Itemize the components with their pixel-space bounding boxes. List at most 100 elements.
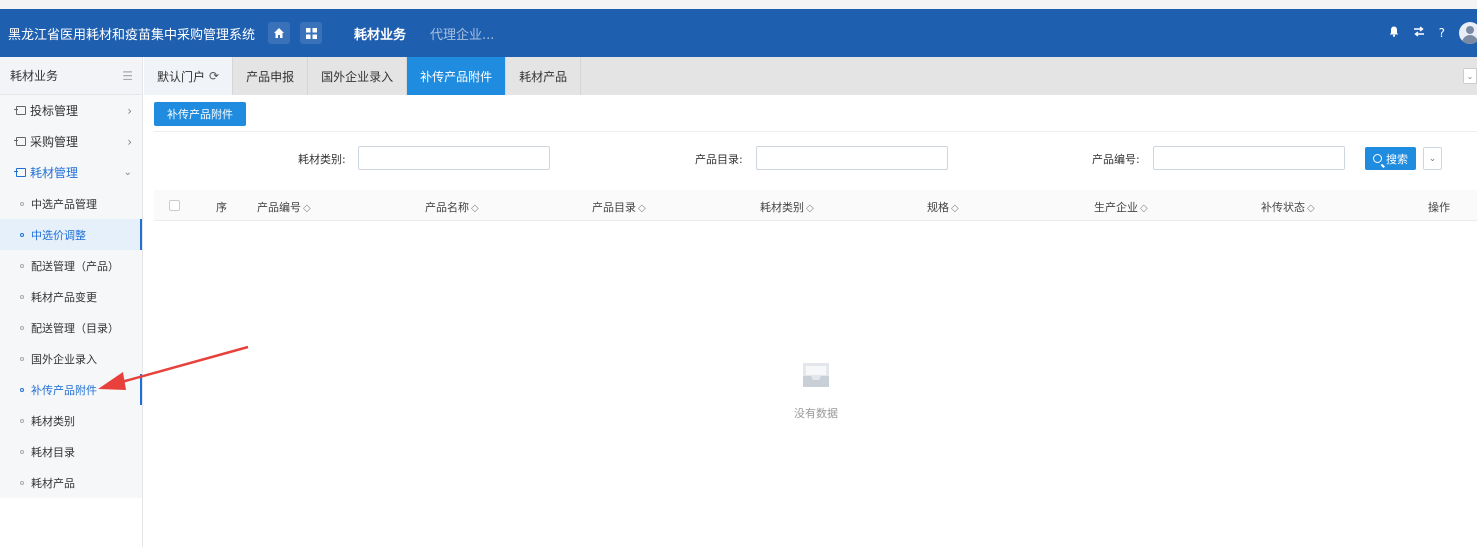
col-index: 序 [216, 201, 227, 214]
sidebar-item-label: 配送管理（目录） [31, 321, 119, 335]
tab-default-portal[interactable]: 默认门户 ⟳ [144, 57, 234, 95]
folder-icon [14, 168, 26, 177]
chevron-right-icon: › [127, 103, 132, 118]
sidebar: 耗材业务 ☰ 投标管理 › 采购管理 › 耗材管理 ⌄ 中选产品管理 中选价调整… [0, 57, 143, 547]
tab-label: 国外企业录入 [321, 69, 394, 84]
search-icon [1373, 154, 1382, 163]
sidebar-item-label: 中选价调整 [31, 228, 86, 242]
empty-state-text: 没有数据 [794, 407, 838, 420]
code-input[interactable] [1153, 146, 1345, 170]
sidebar-item-selected-product-mgmt[interactable]: 中选产品管理 [0, 188, 142, 219]
tab-bar: 默认门户 ⟳ 产品申报 国外企业录入 补传产品附件 耗材产品 ⌄ [144, 57, 1477, 95]
bullet-icon [20, 232, 24, 237]
col-actions: 操作 [1428, 201, 1450, 214]
sidebar-group-purchase[interactable]: 采购管理 › [0, 126, 142, 157]
sidebar-item-label: 国外企业录入 [31, 352, 97, 366]
apps-button[interactable] [300, 22, 322, 44]
swap-icon[interactable] [1413, 26, 1425, 40]
grid-icon [305, 27, 317, 39]
col-product-name[interactable]: 产品名称 ◇ [425, 199, 479, 215]
sidebar-title: 耗材业务 [10, 69, 59, 83]
sidebar-item-price-adjust[interactable]: 中选价调整 [0, 219, 142, 250]
tab-label: 补传产品附件 [420, 69, 493, 84]
bullet-icon [20, 325, 24, 330]
col-category[interactable]: 耗材类别 ◇ [760, 199, 814, 215]
sidebar-item-category[interactable]: 耗材类别 [0, 405, 142, 436]
chevron-down-icon: ⌄ [123, 167, 132, 178]
tab-upload-attachment[interactable]: 补传产品附件 [407, 57, 507, 95]
sort-icon: ◇ [303, 203, 311, 214]
sidebar-header: 耗材业务 ☰ [0, 57, 142, 95]
home-button[interactable] [268, 22, 290, 44]
sidebar-item-product-change[interactable]: 耗材产品变更 [0, 281, 142, 312]
menu-collapse-icon[interactable]: ☰ [122, 69, 133, 83]
sort-icon: ◇ [471, 203, 479, 214]
sidebar-item-label: 中选产品管理 [31, 197, 97, 211]
sort-icon: ◇ [806, 203, 814, 214]
col-product-code[interactable]: 产品编号 ◇ [257, 199, 311, 215]
col-product-catalog[interactable]: 产品目录 ◇ [592, 199, 646, 215]
bullet-icon [20, 418, 24, 423]
sort-icon: ◇ [1140, 203, 1148, 214]
nav-agent-enterprise[interactable]: 代理企业... [430, 24, 494, 43]
tab-product-declare[interactable]: 产品申报 [233, 57, 309, 95]
bullet-icon [20, 449, 24, 454]
tab-dropdown-button[interactable]: ⌄ [1463, 68, 1477, 84]
search-button-label: 搜索 [1386, 152, 1408, 166]
browser-bookmark-strip [0, 0, 1477, 9]
bullet-icon [20, 480, 24, 485]
tab-consumable-products[interactable]: 耗材产品 [506, 57, 582, 95]
sidebar-item-upload-attachment[interactable]: 补传产品附件 [0, 374, 142, 405]
col-upload-status[interactable]: 补传状态 ◇ [1261, 199, 1315, 215]
sidebar-item-label: 耗材类别 [31, 414, 75, 428]
sort-icon: ◇ [951, 203, 959, 214]
tab-label: 产品申报 [246, 69, 295, 84]
top-header: 黑龙江省医用耗材和疫苗集中采购管理系统 耗材业务 代理企业... ? [0, 9, 1477, 57]
sidebar-item-foreign-entry[interactable]: 国外企业录入 [0, 343, 142, 374]
tab-foreign-entry[interactable]: 国外企业录入 [308, 57, 408, 95]
bullet-icon [20, 294, 24, 299]
catalog-label: 产品目录: [695, 153, 743, 166]
sidebar-item-delivery-catalog[interactable]: 配送管理（目录） [0, 312, 142, 343]
empty-inbox-icon [803, 363, 829, 387]
sidebar-group-label: 采购管理 [30, 135, 79, 149]
sidebar-item-label: 耗材产品 [31, 476, 75, 490]
avatar-icon[interactable] [1459, 22, 1477, 44]
chevron-down-icon: ⌄ [1428, 153, 1437, 164]
table-header: 序 产品编号 ◇ 产品名称 ◇ 产品目录 ◇ 耗材类别 ◇ 规格 ◇ 生产企业 ◇ 补传状态… [154, 190, 1477, 221]
sidebar-item-products[interactable]: 耗材产品 [0, 467, 142, 498]
tab-label: 耗材产品 [519, 69, 568, 84]
sidebar-item-delivery-product[interactable]: 配送管理（产品） [0, 250, 142, 281]
tab-label: 默认门户 [157, 69, 206, 84]
category-input[interactable] [358, 146, 550, 170]
chevron-down-icon: ⌄ [1466, 71, 1474, 81]
sidebar-item-catalog[interactable]: 耗材目录 [0, 436, 142, 467]
col-spec[interactable]: 规格 ◇ [927, 199, 959, 215]
sidebar-item-label: 补传产品附件 [31, 383, 97, 397]
search-button[interactable]: 搜索 [1365, 147, 1416, 170]
main-content: 补传产品附件 耗材类别: 产品目录: 产品编号: 搜索 ⌄ 序 产品编号 ◇ 产品… [144, 95, 1477, 547]
upload-attachment-button[interactable]: 补传产品附件 [154, 102, 246, 126]
sort-icon: ◇ [1307, 203, 1315, 214]
sort-icon: ◇ [638, 203, 646, 214]
folder-icon [14, 106, 26, 115]
sidebar-item-label: 耗材目录 [31, 445, 75, 459]
expand-filters-button[interactable]: ⌄ [1423, 147, 1442, 170]
header-right-tools: ? [1375, 9, 1477, 57]
catalog-input[interactable] [756, 146, 948, 170]
bullet-icon [20, 201, 24, 206]
sidebar-group-label: 耗材管理 [30, 166, 79, 180]
category-label: 耗材类别: [298, 153, 346, 166]
bell-icon[interactable] [1389, 26, 1399, 40]
bullet-icon [20, 387, 24, 392]
sidebar-group-consumables[interactable]: 耗材管理 ⌄ [0, 157, 142, 188]
bullet-icon [20, 263, 24, 268]
refresh-icon[interactable]: ⟳ [209, 69, 219, 83]
sidebar-item-label: 配送管理（产品） [31, 259, 119, 273]
nav-consumables-business[interactable]: 耗材业务 [354, 24, 406, 43]
help-icon[interactable]: ? [1439, 26, 1445, 40]
col-manufacturer[interactable]: 生产企业 ◇ [1094, 199, 1148, 215]
select-all-checkbox[interactable] [169, 200, 180, 211]
bullet-icon [20, 356, 24, 361]
sidebar-group-bidding[interactable]: 投标管理 › [0, 95, 142, 126]
